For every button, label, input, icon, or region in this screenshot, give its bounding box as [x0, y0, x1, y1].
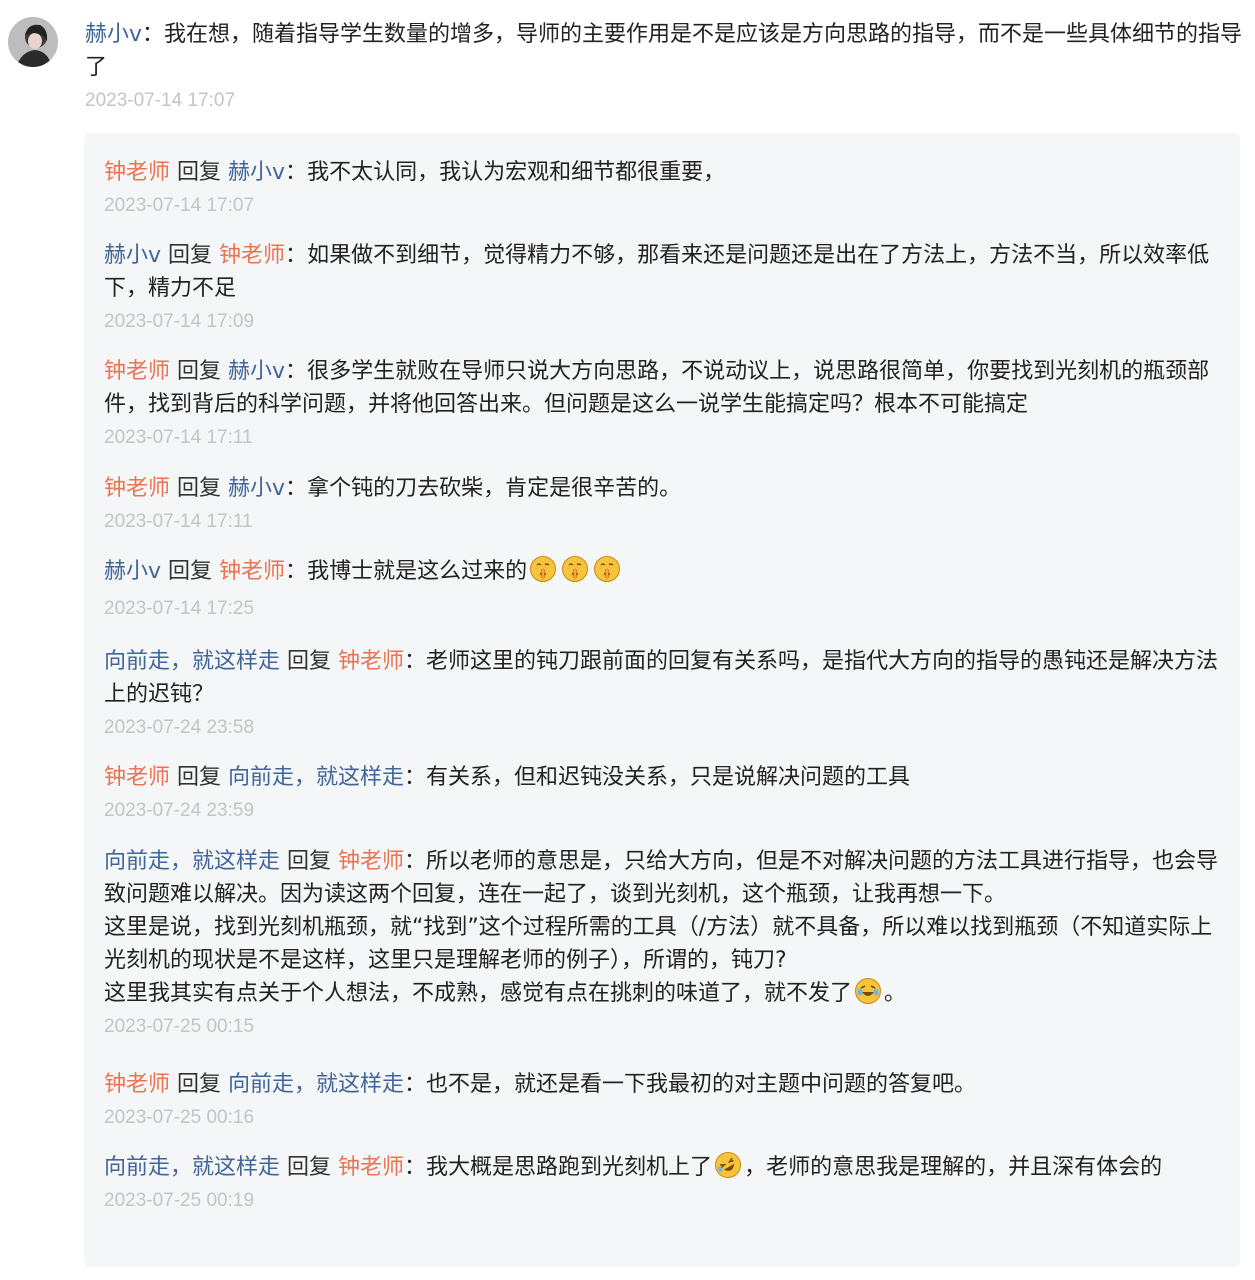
reply-word: 回复	[170, 1072, 229, 1097]
reply-to-author[interactable]: 钟老师	[338, 1155, 404, 1180]
reply-to-author[interactable]: 钟老师	[338, 649, 404, 674]
reply-item: 钟老师 回复 赫小v：很多学生就败在导师只说大方向思路，不说动议上，说思路很简单…	[104, 355, 1220, 451]
reply-text-paragraph: 这里我其实有点关于个人想法，不成熟，感觉有点在挑刺的味道了，就不发了 。	[104, 977, 1220, 1010]
separator: ：	[404, 849, 427, 874]
rofl-emoji-icon	[714, 1151, 742, 1179]
reply-word: 回复	[280, 1155, 339, 1180]
crying-laugh-emoji-icon	[854, 977, 882, 1005]
reply-word: 回复	[161, 559, 220, 584]
reply-timestamp: 2023-07-14 17:11	[104, 427, 253, 448]
separator: ：	[285, 359, 308, 384]
separator: ：	[285, 476, 308, 501]
reply-item: 向前走，就这样走 回复 钟老师：老师这里的钝刀跟前面的回复有关系吗，是指代大方向…	[104, 645, 1220, 741]
reply-item: 钟老师 回复 赫小v：拿个钝的刀去砍柴，肯定是很辛苦的。 2023-07-14 …	[104, 472, 1220, 535]
comment-author[interactable]: 赫小v	[85, 22, 142, 47]
avatar[interactable]	[8, 17, 58, 67]
reply-item: 钟老师 回复 向前走，就这样走：也不是，就还是看一下我最初的对主题中问题的答复吧…	[104, 1068, 1220, 1131]
reply-text: 我博士就是这么过来的	[307, 559, 528, 584]
reply-from-author[interactable]: 赫小v	[104, 243, 161, 268]
reply-timestamp: 2023-07-24 23:59	[104, 800, 255, 821]
reply-word: 回复	[161, 243, 220, 268]
reply-body: 钟老师 回复 赫小v：很多学生就败在导师只说大方向思路，不说动议上，说思路很简单…	[104, 355, 1220, 421]
reply-from-author[interactable]: 钟老师	[104, 1072, 170, 1097]
reply-item: 赫小v 回复 钟老师：如果做不到细节，觉得精力不够，那看来还是问题还是出在了方法…	[104, 239, 1220, 335]
separator: ：	[142, 22, 165, 47]
reply-body: 赫小v 回复 钟老师：我博士就是这么过来的	[104, 555, 1220, 588]
reply-body: 向前走，就这样走 回复 钟老师：所以老师的意思是，只给大方向，但是不对解决问题的…	[104, 845, 1220, 911]
reply-body: 钟老师 回复 赫小v：拿个钝的刀去砍柴，肯定是很辛苦的。	[104, 472, 1220, 505]
reply-word: 回复	[170, 765, 229, 790]
separator: ：	[404, 765, 427, 790]
reply-from-author[interactable]: 钟老师	[104, 765, 170, 790]
reply-to-author[interactable]: 向前走，就这样走	[228, 1072, 404, 1097]
reply-item: 钟老师 回复 赫小v：我不太认同，我认为宏观和细节都很重要， 2023-07-1…	[104, 156, 1220, 219]
reply-text-paragraph: 这里是说，找到光刻机瓶颈，就“找到”这个过程所需的工具（/方法）就不具备，所以难…	[104, 915, 1213, 973]
reply-timestamp: 2023-07-14 17:11	[104, 511, 253, 532]
reply-from-author[interactable]: 向前走，就这样走	[104, 849, 280, 874]
reply-timestamp: 2023-07-25 00:16	[104, 1107, 255, 1128]
reply-body: 钟老师 回复 赫小v：我不太认同，我认为宏观和细节都很重要，	[104, 156, 1220, 189]
reply-from-author[interactable]: 赫小v	[104, 559, 161, 584]
separator: ：	[404, 1072, 427, 1097]
reply-from-author[interactable]: 钟老师	[104, 476, 170, 501]
separator: ：	[285, 243, 308, 268]
reply-word: 回复	[170, 476, 229, 501]
reply-text: 有关系，但和迟钝没关系，只是说解决问题的工具	[426, 765, 911, 790]
shush-emoji-icon	[561, 555, 589, 583]
reply-text: 拿个钝的刀去砍柴，肯定是很辛苦的。	[307, 476, 682, 501]
separator: ：	[285, 160, 308, 185]
reply-text: 我大概是思路跑到光刻机上了	[426, 1155, 713, 1180]
separator: ：	[404, 649, 427, 674]
reply-text: 也不是，就还是看一下我最初的对主题中问题的答复吧。	[426, 1072, 977, 1097]
shush-emoji-icon	[593, 555, 621, 583]
reply-item: 赫小v 回复 钟老师：我博士就是这么过来的 2023-07-14 17:25	[104, 555, 1220, 622]
reply-to-author[interactable]: 钟老师	[219, 243, 285, 268]
reply-item: 向前走，就这样走 回复 钟老师：我大概是思路跑到光刻机上了 ，老师的意思我是理解的…	[104, 1151, 1220, 1214]
reply-from-author[interactable]: 钟老师	[104, 160, 170, 185]
reply-timestamp: 2023-07-14 17:07	[104, 195, 255, 216]
top-comment: 赫小v：我在想，随着指导学生数量的增多，导师的主要作用是不是应该是方向思路的指导…	[85, 18, 1245, 114]
reply-to-author[interactable]: 钟老师	[219, 559, 285, 584]
reply-timestamp: 2023-07-14 17:25	[104, 598, 255, 619]
reply-word: 回复	[280, 849, 339, 874]
reply-word: 回复	[170, 359, 229, 384]
reply-item: 向前走，就这样走 回复 钟老师：所以老师的意思是，只给大方向，但是不对解决问题的…	[104, 845, 1220, 1040]
reply-to-author[interactable]: 赫小v	[228, 160, 285, 185]
separator: ：	[404, 1155, 427, 1180]
reply-from-author[interactable]: 向前走，就这样走	[104, 649, 280, 674]
reply-word: 回复	[170, 160, 229, 185]
reply-body: 赫小v 回复 钟老师：如果做不到细节，觉得精力不够，那看来还是问题还是出在了方法…	[104, 239, 1220, 305]
reply-to-author[interactable]: 赫小v	[228, 476, 285, 501]
reply-text: 我不太认同，我认为宏观和细节都很重要，	[307, 160, 726, 185]
reply-timestamp: 2023-07-14 17:09	[104, 311, 255, 332]
shush-emoji-icon	[529, 555, 557, 583]
reply-from-author[interactable]: 钟老师	[104, 359, 170, 384]
comment-body: 赫小v：我在想，随着指导学生数量的增多，导师的主要作用是不是应该是方向思路的指导…	[85, 18, 1245, 84]
reply-to-author[interactable]: 钟老师	[338, 849, 404, 874]
reply-to-author[interactable]: 赫小v	[228, 359, 285, 384]
reply-text-end: 。	[884, 981, 907, 1006]
comment-text: 我在想，随着指导学生数量的增多，导师的主要作用是不是应该是方向思路的指导，而不是…	[85, 22, 1243, 80]
reply-body: 钟老师 回复 向前走，就这样走：有关系，但和迟钝没关系，只是说解决问题的工具	[104, 761, 1220, 794]
reply-text: 这里我其实有点关于个人想法，不成熟，感觉有点在挑刺的味道了，就不发了	[104, 981, 853, 1006]
separator: ：	[285, 559, 308, 584]
reply-to-author[interactable]: 向前走，就这样走	[228, 765, 404, 790]
reply-word: 回复	[280, 649, 339, 674]
reply-item: 钟老师 回复 向前走，就这样走：有关系，但和迟钝没关系，只是说解决问题的工具 2…	[104, 761, 1220, 824]
reply-timestamp: 2023-07-25 00:15	[104, 1016, 255, 1037]
reply-body: 向前走，就这样走 回复 钟老师：老师这里的钝刀跟前面的回复有关系吗，是指代大方向…	[104, 645, 1220, 711]
reply-timestamp: 2023-07-25 00:19	[104, 1190, 255, 1211]
comment-timestamp: 2023-07-14 17:07	[85, 90, 236, 111]
reply-from-author[interactable]: 向前走，就这样走	[104, 1155, 280, 1180]
reply-text-after: ，老师的意思我是理解的，并且深有体会的	[744, 1155, 1163, 1180]
reply-thread: 钟老师 回复 赫小v：我不太认同，我认为宏观和细节都很重要， 2023-07-1…	[84, 133, 1240, 1267]
reply-body: 向前走，就这样走 回复 钟老师：我大概是思路跑到光刻机上了 ，老师的意思我是理解的…	[104, 1151, 1220, 1184]
reply-body: 钟老师 回复 向前走，就这样走：也不是，就还是看一下我最初的对主题中问题的答复吧…	[104, 1068, 1220, 1101]
reply-timestamp: 2023-07-24 23:58	[104, 717, 255, 738]
